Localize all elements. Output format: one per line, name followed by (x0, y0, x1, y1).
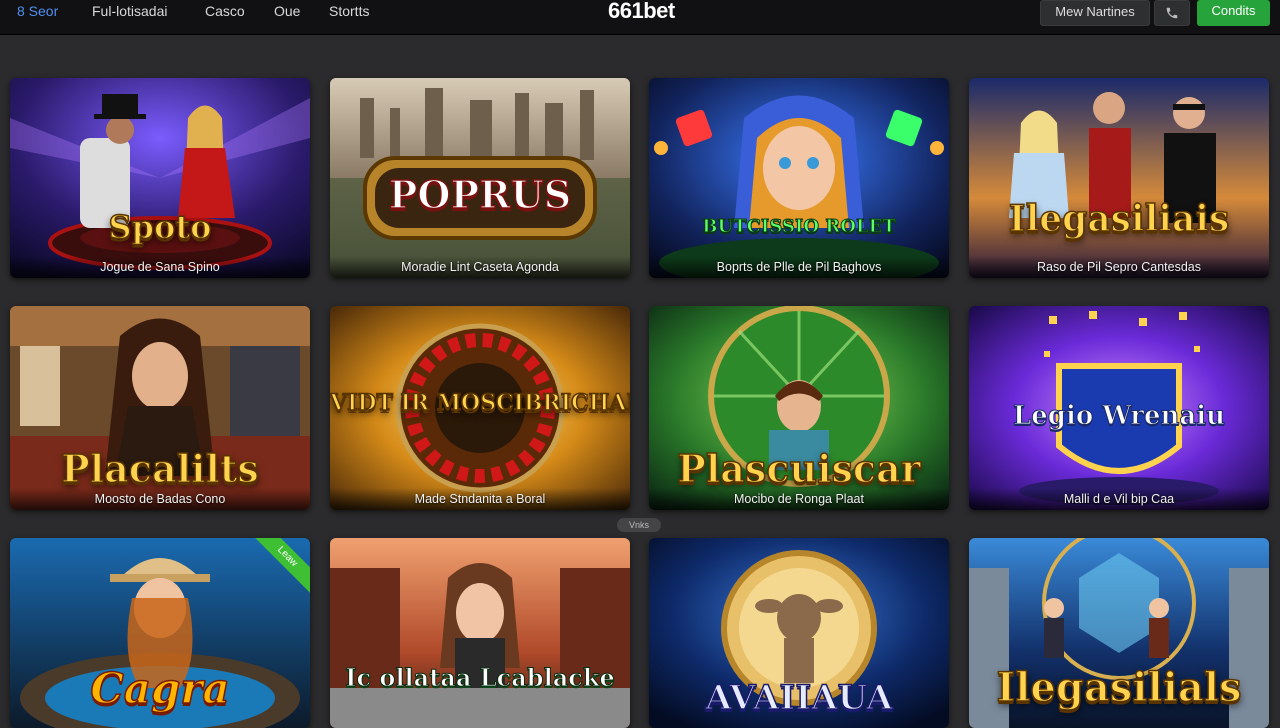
game-artwork (649, 78, 949, 278)
game-tile[interactable]: VIDT IR MOSCIBRICHAR Made Stndanita a Bo… (330, 306, 630, 510)
nav-link-casino[interactable]: Casco (205, 0, 245, 24)
game-subtitle: Moradie Lint Caseta Agonda (401, 260, 559, 274)
nav-link-live[interactable]: Oue (274, 0, 300, 24)
game-tile[interactable]: Leaw Cagra (10, 538, 310, 728)
game-artwork (330, 538, 630, 728)
top-navigation-bar: 8 Seor Ful-lotisadai Casco Oue Stortts 6… (0, 0, 1280, 35)
phone-button[interactable] (1154, 0, 1190, 26)
nav-link-featured[interactable]: Ful-lotisadai (92, 0, 167, 24)
game-title: Placalilts (60, 445, 259, 492)
phone-icon (1166, 7, 1178, 19)
game-subtitle: Made Stndanita a Boral (414, 492, 546, 506)
game-tile[interactable]: POPRUS Moradie Lint Caseta Agonda (330, 78, 630, 278)
game-subtitle: Raso de Pil Sepro Cantesdas (1037, 260, 1201, 274)
game-artwork (969, 78, 1269, 278)
game-title: Plascuiscar (677, 445, 922, 492)
game-subtitle: Jogue de Sana Spino (100, 260, 220, 274)
game-tile[interactable]: Spoto Jogue de Sana Spino (10, 78, 310, 278)
game-tile[interactable]: AVAIIAUA (649, 538, 949, 728)
game-title: Spoto (108, 207, 212, 247)
game-tile[interactable]: BUTCISSIO ROLET Boprts de Plle de Pil Ba… (649, 78, 949, 278)
game-title: VIDT IR MOSCIBRICHAR (330, 390, 630, 416)
game-title: Ilegasilials (996, 663, 1242, 712)
nav-link-home[interactable]: 8 Seor (17, 0, 58, 24)
conditions-button[interactable]: Condits (1197, 0, 1270, 26)
game-tile[interactable]: Placalilts Moosto de Badas Cono (10, 306, 310, 510)
game-tile[interactable]: Ilegasilials (969, 538, 1269, 728)
game-tile[interactable]: Ilegasiliais Raso de Pil Sepro Cantesdas (969, 78, 1269, 278)
game-title: Ilegasiliais (1008, 197, 1230, 241)
game-title: Legio Wrenaiu (1012, 401, 1226, 431)
game-title: Cagra (90, 663, 231, 714)
game-subtitle: Moosto de Badas Cono (94, 492, 226, 506)
news-button[interactable]: Mew Nartines (1040, 0, 1150, 26)
site-logo[interactable]: 661bet (608, 0, 675, 24)
game-title: POPRUS (388, 171, 572, 218)
page-indicator[interactable]: Vnks (617, 518, 661, 532)
game-tile[interactable]: Plascuiscar Mocibo de Ronga Plaat (649, 306, 949, 510)
game-title: AVAIIAUA (705, 677, 894, 719)
game-tile[interactable]: Ic ollataa Lcablacke (330, 538, 630, 728)
game-subtitle: Mocibo de Ronga Plaat (734, 492, 864, 506)
game-subtitle: Boprts de Plle de Pil Baghovs (716, 260, 882, 274)
game-subtitle: Malli d e Vil bip Caa (1063, 492, 1175, 506)
game-title: BUTCISSIO ROLET (702, 216, 896, 238)
nav-link-sports[interactable]: Stortts (329, 0, 369, 24)
game-title: Ic ollataa Lcablacke (345, 663, 616, 692)
game-artwork (10, 78, 310, 278)
game-tile[interactable]: Legio Wrenaiu Malli d e Vil bip Caa (969, 306, 1269, 510)
